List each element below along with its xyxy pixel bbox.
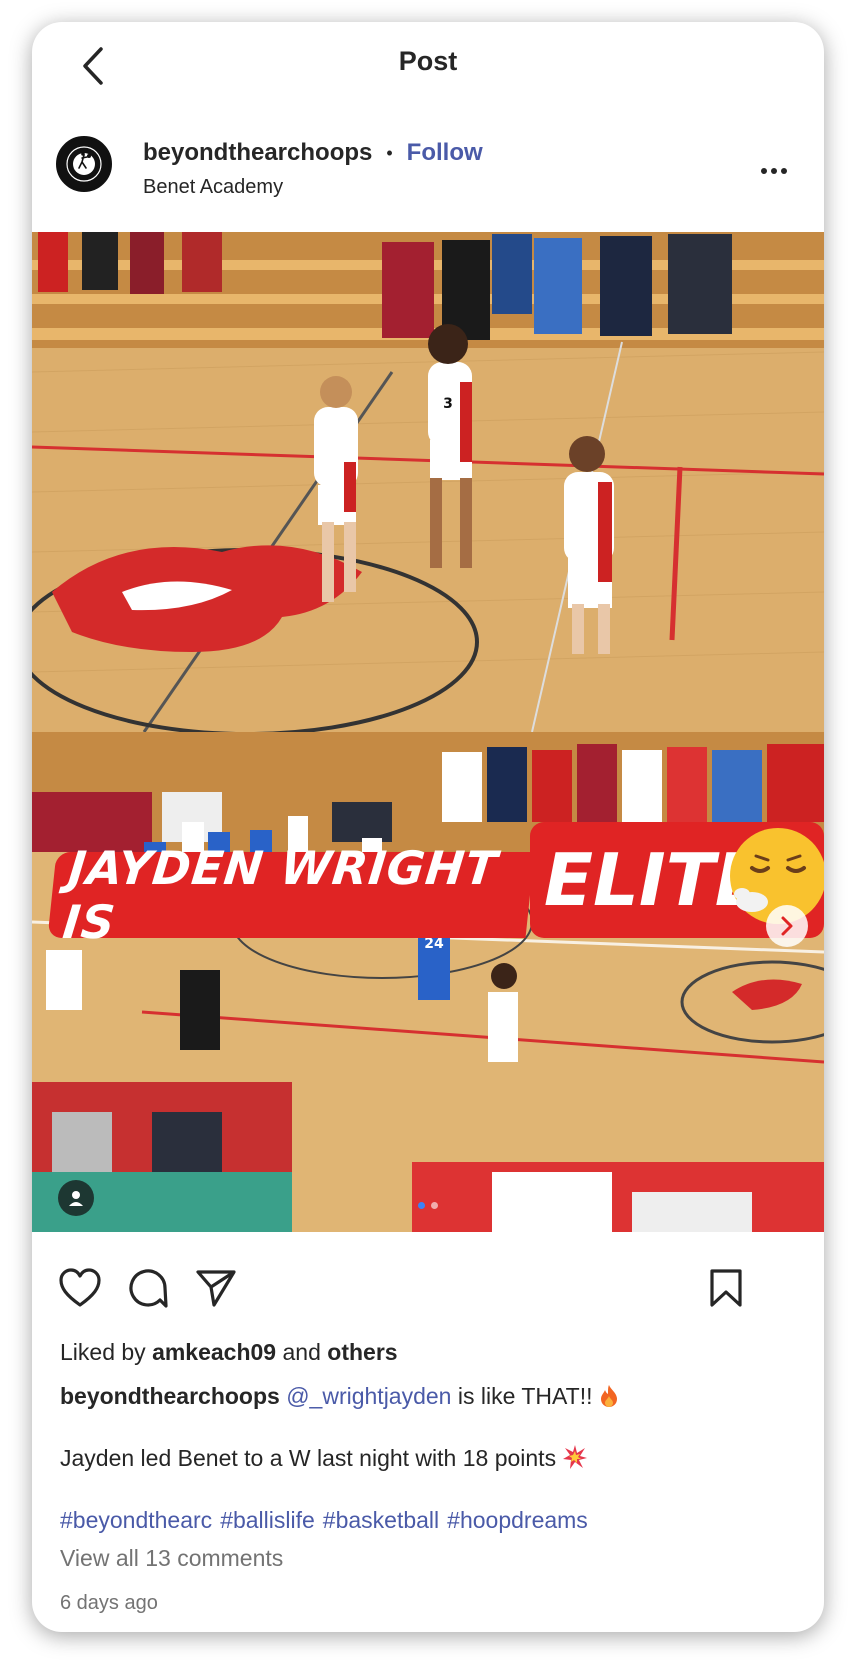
author-username[interactable]: beyondthearchoops	[143, 139, 372, 167]
post-photo: 3 24	[32, 232, 824, 1232]
post-media[interactable]: 3 24 JAYDEN WRIGHT IS ELITE	[32, 232, 824, 1232]
follow-button[interactable]: Follow	[407, 139, 483, 167]
share-button[interactable]	[194, 1266, 238, 1310]
caption-text: is like THAT!!	[457, 1383, 593, 1409]
chevron-right-icon	[781, 916, 793, 936]
tagged-users-button[interactable]	[58, 1180, 94, 1216]
carousel-dot	[418, 1202, 425, 1209]
carousel-indicator	[32, 1202, 824, 1209]
logo-icon	[59, 139, 109, 189]
separator-dot: •	[386, 142, 393, 163]
top-bar: Post	[32, 22, 824, 130]
liked-by-others[interactable]: others	[327, 1339, 397, 1365]
hashtag-link[interactable]: #ballislife	[220, 1507, 315, 1533]
page-title: Post	[398, 46, 458, 76]
bookmark-icon	[710, 1269, 742, 1307]
carousel-next-button[interactable]	[766, 905, 808, 947]
carousel-dot	[431, 1202, 438, 1209]
overlay-text-left: JAYDEN WRIGHT IS	[60, 841, 501, 949]
jersey-number-top: 3	[443, 396, 453, 412]
caption-line-2: Jayden led Benet to a W last night with …	[60, 1442, 796, 1474]
like-button[interactable]	[58, 1266, 102, 1310]
comment-icon	[129, 1269, 168, 1308]
collision-emoji	[563, 1445, 588, 1469]
save-button[interactable]	[704, 1266, 748, 1310]
send-icon	[196, 1270, 236, 1307]
caption-mention[interactable]: @_wrightjayden	[286, 1383, 451, 1409]
overlay-banner: JAYDEN WRIGHT IS ELITE	[47, 822, 824, 949]
post-screen: Post beyondthearchoops • Follow Benet Ac…	[32, 22, 824, 1632]
caption-area: Liked by amkeach09 and others beyondthea…	[32, 1336, 824, 1615]
hashtag-link[interactable]: #beyondthearc	[60, 1507, 212, 1533]
caption: beyondthearchoops @_wrightjayden is like…	[60, 1380, 796, 1412]
hashtags: #beyondthearc #ballislife #basketball #hoop…	[60, 1504, 796, 1536]
likes-summary[interactable]: Liked by amkeach09 and others	[60, 1336, 796, 1368]
more-options-button[interactable]	[754, 156, 794, 186]
action-bar	[32, 1232, 824, 1336]
comment-button[interactable]	[126, 1266, 170, 1310]
hashtag-link[interactable]: #hoopdreams	[447, 1507, 588, 1533]
hashtag-link[interactable]: #basketball	[323, 1507, 439, 1533]
caption-username[interactable]: beyondthearchoops	[60, 1383, 280, 1409]
post-timestamp: 6 days ago	[60, 1592, 158, 1614]
post-author-row: beyondthearchoops • Follow Benet Academy	[32, 124, 824, 232]
fire-emoji	[600, 1385, 617, 1407]
heart-icon	[59, 1268, 101, 1307]
more-horizontal-icon	[761, 168, 767, 174]
liked-by-user[interactable]: amkeach09	[152, 1339, 276, 1365]
post-location[interactable]: Benet Academy	[143, 176, 483, 199]
author-info: beyondthearchoops • Follow Benet Academy	[143, 136, 483, 199]
view-all-comments-link[interactable]: View all 13 comments	[60, 1542, 796, 1574]
avatar[interactable]	[56, 136, 112, 192]
